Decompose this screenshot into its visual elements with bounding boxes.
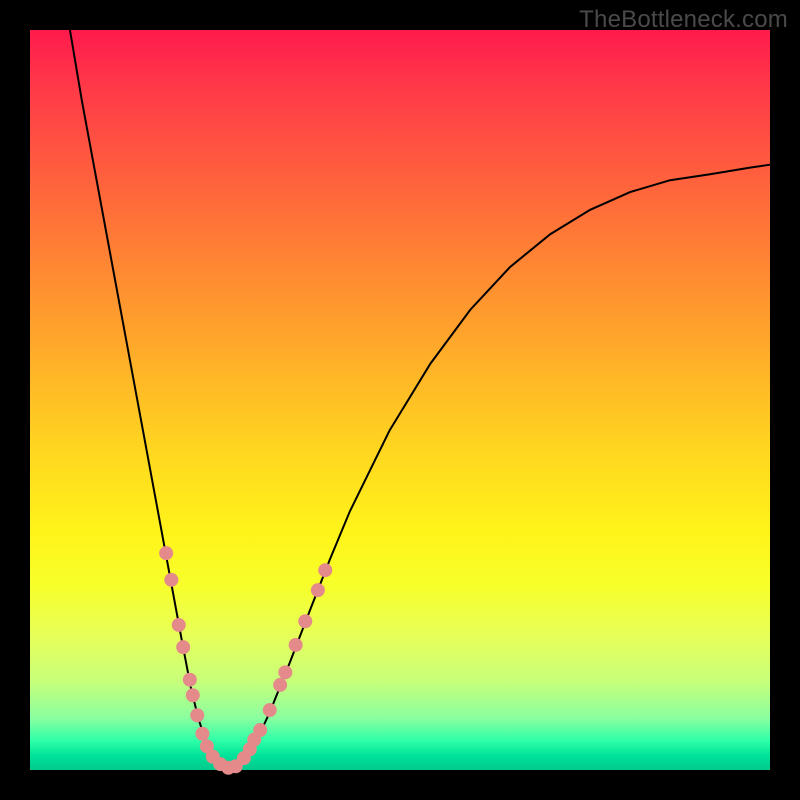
watermark-text: TheBottleneck.com: [579, 6, 788, 34]
scatter-dot: [298, 614, 312, 628]
left-curve: [70, 30, 230, 768]
scatter-dot: [263, 703, 277, 717]
chart-svg: [30, 30, 770, 770]
scatter-dot: [318, 563, 332, 577]
scatter-dot: [253, 723, 267, 737]
scatter-dot: [164, 573, 178, 587]
scatter-dot: [190, 708, 204, 722]
scatter-dot: [278, 665, 292, 679]
right-curve: [230, 165, 770, 768]
scatter-dot: [172, 618, 186, 632]
scatter-dot: [311, 583, 325, 597]
scatter-dot: [183, 673, 197, 687]
chart-frame: TheBottleneck.com: [0, 0, 800, 800]
scatter-dot: [195, 727, 209, 741]
scatter-dot: [186, 688, 200, 702]
scatter-dot: [289, 638, 303, 652]
scatter-dot: [176, 640, 190, 654]
scatter-dot: [159, 546, 173, 560]
scatter-dot: [273, 678, 287, 692]
